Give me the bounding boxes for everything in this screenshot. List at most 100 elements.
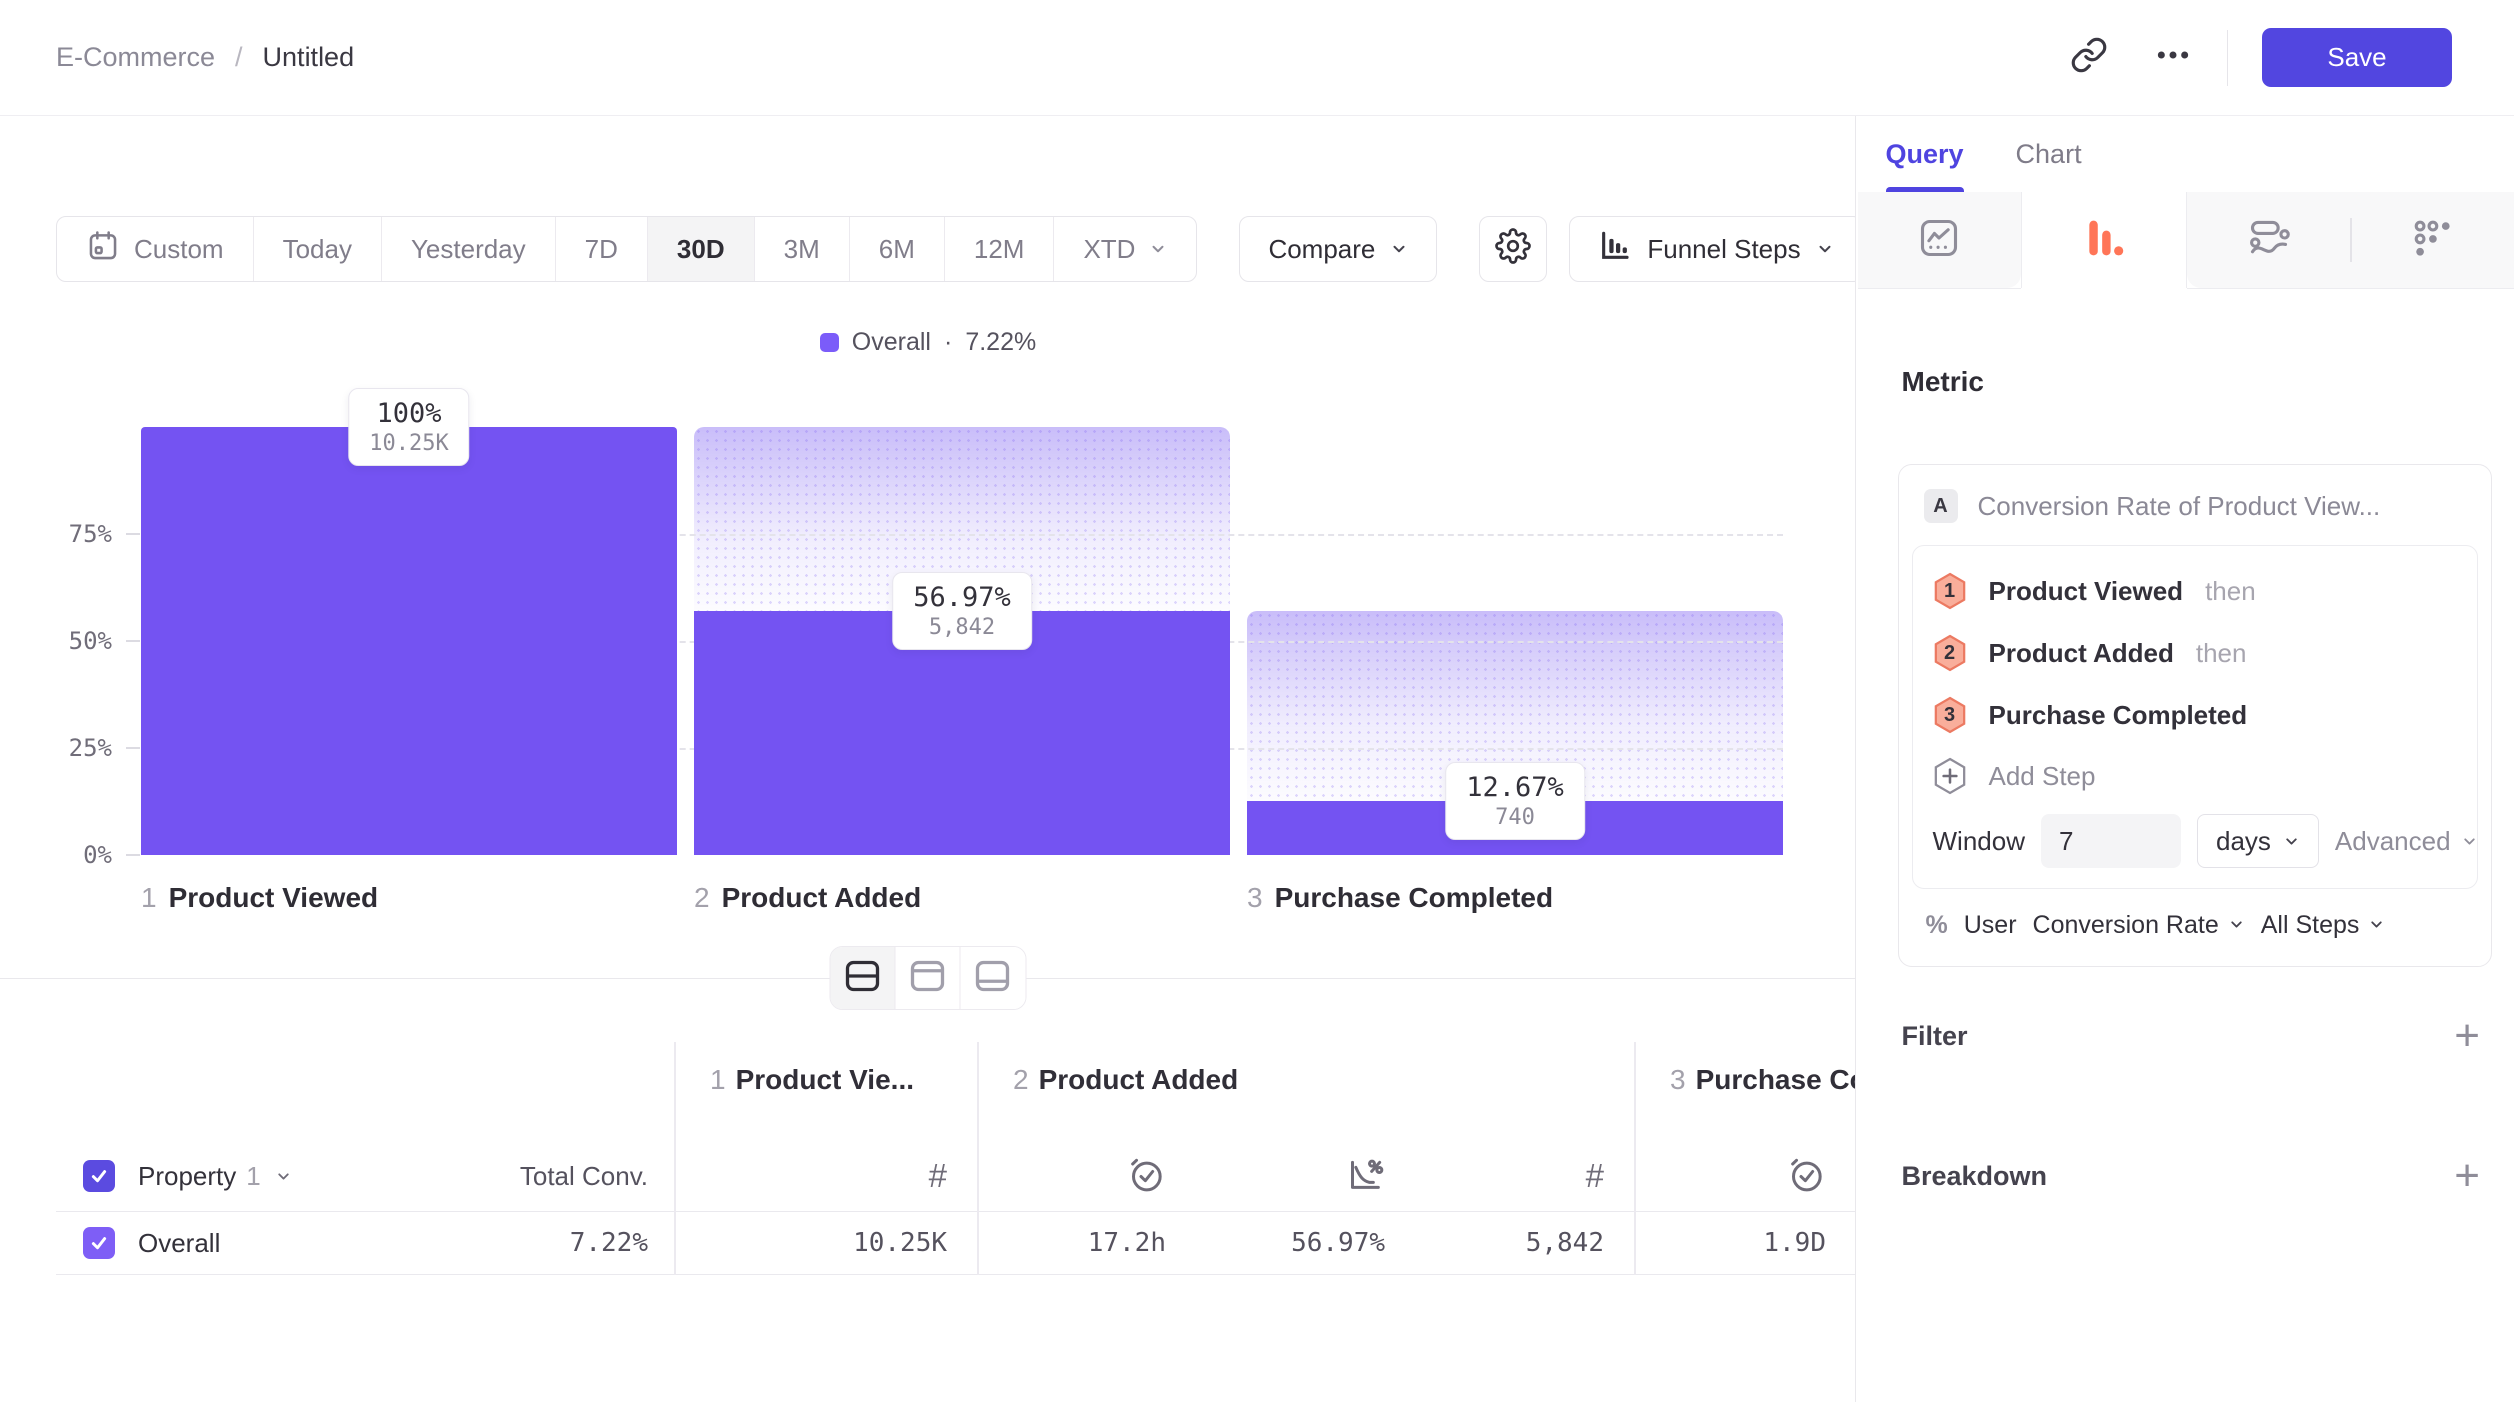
window-value-input[interactable] (2041, 814, 2181, 868)
breakdown-section: Breakdown + (1902, 1154, 2481, 1198)
step2-conversion-value: 56.97% (1291, 1228, 1385, 1258)
step3-column-title[interactable]: 3Purchase Completed (1634, 1042, 1856, 1096)
add-step-label: Add Step (1989, 761, 2096, 792)
hash-icon: # (1586, 1157, 1604, 1195)
measurement-scope-select[interactable]: All Steps (2261, 911, 2386, 940)
property-selector[interactable]: Property 1 (138, 1161, 292, 1192)
chevron-down-icon (2283, 826, 2300, 857)
funnel-step-row-3[interactable]: 3 Purchase Completed (1933, 684, 2457, 746)
query-sidebar: Query Chart (1858, 116, 2514, 1402)
date-range-30d-selected[interactable]: 30D (648, 217, 755, 281)
step-then-label: then (2196, 638, 2247, 669)
more-options-button[interactable] (2145, 30, 2201, 86)
row-checkbox[interactable] (83, 1227, 115, 1259)
compare-label: Compare (1268, 234, 1375, 265)
window-unit-select[interactable]: days (2197, 814, 2319, 868)
table-header: Property 1 Total Conv. 1Product Vie... (56, 1042, 1856, 1211)
step-name: Product Added (722, 882, 922, 913)
compare-button[interactable]: Compare (1239, 216, 1437, 282)
bottom-panel-icon (975, 959, 1011, 998)
tab-insights[interactable] (1858, 192, 2022, 288)
date-range-today[interactable]: Today (254, 217, 382, 281)
chart-legend[interactable]: Overall · 7.22% (0, 328, 1856, 357)
layout-table-only-button[interactable] (960, 947, 1025, 1009)
add-breakdown-button[interactable]: + (2454, 1156, 2480, 1196)
date-range-3m[interactable]: 3M (755, 217, 850, 281)
step2-column-title[interactable]: 2Product Added (977, 1042, 1634, 1096)
tab-chart[interactable]: Chart (2016, 116, 2082, 192)
step1-column-title[interactable]: 1Product Vie... (674, 1042, 977, 1096)
add-filter-button[interactable]: + (2454, 1016, 2480, 1056)
metric-heading: Metric (1902, 366, 1984, 398)
step2-time-value: 17.2h (1088, 1228, 1166, 1258)
step-label-2[interactable]: 2Product Added (694, 882, 1230, 914)
measurement-metric-label: Conversion Rate (2033, 911, 2219, 940)
measurement-metric-select[interactable]: Conversion Rate (2033, 911, 2245, 940)
funnel-step-row-2[interactable]: 2 Product Added then (1933, 622, 2457, 684)
tab-funnels[interactable] (2021, 192, 2187, 288)
metric-time-cell[interactable] (1634, 1154, 1856, 1199)
metric-conversion-cell[interactable] (1196, 1154, 1415, 1199)
report-canvas: Custom Today Yesterday 7D 30D 3M 6M 12M … (0, 116, 1856, 1402)
date-range-label: Custom (134, 234, 224, 265)
sidebar-tabs: Query Chart (1858, 116, 2514, 192)
metric-badge: A (1924, 489, 1958, 523)
metric-card-header[interactable]: A Conversion Rate of Product View... (1912, 487, 2478, 545)
funnel-steps-card: 1 Product Viewed then 2 Product Added th… (1912, 545, 2478, 889)
total-conv-header[interactable]: Total Conv. (520, 1161, 648, 1192)
layout-chart-only-button[interactable] (895, 947, 960, 1009)
y-tick-mark (126, 640, 140, 642)
breadcrumb-separator: / (235, 42, 243, 73)
funnel-bar-step-2[interactable]: 56.97%5,842 (694, 427, 1230, 855)
breadcrumb-project[interactable]: E-Commerce (56, 42, 215, 73)
date-range-label: 3M (784, 234, 820, 265)
breadcrumb-report-title[interactable]: Untitled (263, 42, 355, 73)
date-range-7d[interactable]: 7D (556, 217, 648, 281)
layout-split-button[interactable] (830, 947, 895, 1009)
clock-check-icon (1786, 1154, 1826, 1199)
legend-series-label: Overall (852, 328, 931, 357)
date-range-yesterday[interactable]: Yesterday (382, 217, 556, 281)
funnel-step-row-1[interactable]: 1 Product Viewed then (1933, 560, 2457, 622)
advanced-toggle[interactable]: Advanced (2335, 826, 2478, 857)
date-range-12m[interactable]: 12M (945, 217, 1055, 281)
save-button[interactable]: Save (2262, 28, 2452, 87)
funnel-report-app: E-Commerce / Untitled (0, 0, 2514, 1402)
step-number: 1 (710, 1064, 726, 1095)
y-tick-mark (126, 854, 140, 856)
step-name: Product Viewed (169, 882, 379, 913)
funnel-bar-step-1[interactable]: 100%10.25K (141, 427, 677, 855)
chevron-down-icon (1816, 234, 1834, 265)
tab-query[interactable]: Query (1886, 116, 1964, 192)
hash-icon: # (929, 1157, 947, 1195)
tab-label: Query (1886, 139, 1964, 170)
step-number: 2 (1013, 1064, 1029, 1095)
step-then-label: then (2205, 576, 2256, 607)
metric-uniques-cell[interactable]: # (1415, 1157, 1634, 1195)
date-range-xtd[interactable]: XTD (1054, 217, 1196, 281)
tab-flows[interactable] (2187, 192, 2351, 288)
bar-value-label: 12.67%740 (1445, 762, 1585, 840)
chart-type-button[interactable]: Funnel Steps (1569, 216, 1856, 282)
chart-settings-button[interactable] (1479, 216, 1547, 282)
date-range-label: XTD (1083, 234, 1135, 265)
date-range-6m[interactable]: 6M (850, 217, 945, 281)
step-label-1[interactable]: 1Product Viewed (141, 882, 677, 914)
step-label-3[interactable]: 3Purchase Completed (1247, 882, 1783, 914)
step-number: 3 (1247, 882, 1263, 913)
date-range-custom[interactable]: Custom (57, 217, 254, 281)
metric-title: Conversion Rate of Product View... (1978, 491, 2381, 522)
add-step-button[interactable]: Add Step (1933, 746, 2457, 806)
copy-link-button[interactable] (2061, 30, 2117, 86)
metric-uniques-cell[interactable]: # (674, 1157, 977, 1195)
measurement-entity[interactable]: User (1964, 911, 2017, 940)
table-row[interactable]: Overall 7.22% 10.25K 17.2h 56.97% 5,842 … (56, 1211, 1856, 1275)
legend-overall-value: 7.22% (965, 328, 1036, 357)
tab-retention[interactable] (2350, 192, 2514, 288)
layout-toggle-group (829, 946, 1026, 1010)
select-all-checkbox[interactable] (83, 1160, 115, 1192)
calendar-icon (86, 229, 120, 270)
table-header-step3-col: 3Purchase Completed (1634, 1042, 1856, 1211)
report-type-tabs (1858, 192, 2514, 289)
metric-time-cell[interactable] (977, 1154, 1196, 1199)
